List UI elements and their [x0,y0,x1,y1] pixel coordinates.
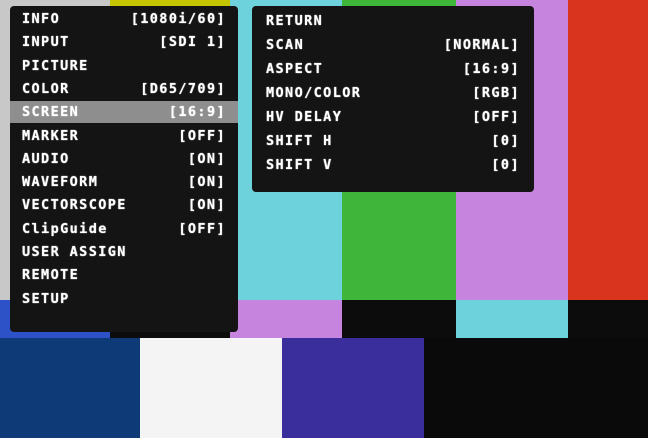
screen-submenu-item-aspect[interactable]: ASPECT [16:9] [252,58,534,80]
reverse-bar-magenta [230,300,342,338]
screen-submenu-item-return[interactable]: RETURN [252,10,534,32]
main-menu-item-picture[interactable]: PICTURE [10,55,238,77]
pluge-purple [282,338,424,438]
screen-submenu-item-label: SHIFT V [266,157,333,173]
main-menu-item-label: INFO [22,11,61,27]
main-menu-item-label: ClipGuide [22,220,108,237]
main-menu-item-label: AUDIO [22,150,70,167]
pluge-white [140,338,282,438]
screen-submenu-item-value: [0] [491,157,520,173]
screen-submenu-item-value: [0] [491,133,520,149]
screen-submenu-item-mono-color[interactable]: MONO/COLOR [RGB] [252,82,534,104]
main-menu-item-value: [16:9] [168,104,226,121]
color-bar-red [568,0,648,300]
main-menu-item-label: USER ASSIGN [22,244,127,260]
main-menu-item-label: COLOR [22,80,70,97]
reverse-bar-black-3 [568,300,648,338]
reverse-bar-black-2 [342,300,456,338]
screen-submenu-item-hv-delay[interactable]: HV DELAY [OFF] [252,106,534,128]
screen-submenu-item-label: MONO/COLOR [266,85,362,101]
main-menu-item-setup[interactable]: SETUP [10,288,238,310]
main-menu-item-value: [SDI 1] [159,34,226,51]
screen-submenu-item-label: SHIFT H [266,133,333,149]
main-menu-item-label: PICTURE [22,57,89,74]
main-menu-item-value: [ON] [187,150,226,167]
screen-submenu-item-value: [NORMAL] [443,37,520,53]
main-menu-item-marker[interactable]: MARKER [OFF] [10,125,238,147]
reverse-bar-cyan [456,300,568,338]
main-menu-item-value: [1080i/60] [130,11,226,27]
main-menu-item-label: WAVEFORM [22,174,99,191]
screen-submenu-item-scan[interactable]: SCAN [NORMAL] [252,34,534,56]
pluge-navy [0,338,140,438]
main-menu-item-label: SETUP [22,290,70,307]
screen-submenu-item-value: [OFF] [472,109,520,125]
main-menu-item-waveform[interactable]: WAVEFORM [ON] [10,171,238,193]
main-menu-item-info[interactable]: INFO [1080i/60] [10,8,238,30]
main-menu-item-remote[interactable]: REMOTE [10,264,238,286]
main-menu-item-color[interactable]: COLOR [D65/709] [10,78,238,100]
main-menu-item-value: [OFF] [178,127,226,144]
screen-submenu-item-label: SCAN [266,37,305,53]
main-menu-item-clipguide[interactable]: ClipGuide [OFF] [10,218,238,240]
main-menu-item-vectorscope[interactable]: VECTORSCOPE [ON] [10,194,238,216]
main-menu: INFO [1080i/60] INPUT [SDI 1] PICTURE COLOR [D… [10,6,238,332]
monitor-screen: INFO [1080i/60] INPUT [SDI 1] PICTURE COLOR [D… [0,0,648,438]
screen-submenu-item-shift-h[interactable]: SHIFT H [0] [252,130,534,152]
screen-submenu-item-value: [RGB] [472,85,520,101]
main-menu-item-label: SCREEN [22,104,80,121]
main-menu-item-user-assign[interactable]: USER ASSIGN [10,241,238,263]
main-menu-item-input[interactable]: INPUT [SDI 1] [10,31,238,53]
pluge-black [424,338,648,438]
main-menu-item-audio[interactable]: AUDIO [ON] [10,148,238,170]
main-menu-item-value: [ON] [187,174,226,191]
screen-submenu-item-shift-v[interactable]: SHIFT V [0] [252,154,534,176]
main-menu-item-label: VECTORSCOPE [22,197,127,214]
screen-submenu-item-label: HV DELAY [266,109,343,125]
main-menu-item-value: [D65/709] [140,80,226,97]
screen-submenu-item-label: ASPECT [266,61,324,77]
screen-submenu-item-value: [16:9] [462,61,520,77]
main-menu-item-value: [ON] [187,197,226,214]
main-menu-item-screen[interactable]: SCREEN [16:9] [10,101,238,124]
screen-submenu: RETURN SCAN [NORMAL] ASPECT [16:9] MONO/COLOR… [252,6,534,192]
main-menu-item-label: INPUT [22,34,70,51]
main-menu-item-label: MARKER [22,127,80,144]
main-menu-item-value: [OFF] [178,220,226,237]
main-menu-item-label: REMOTE [22,267,80,284]
screen-submenu-item-label: RETURN [266,13,324,29]
